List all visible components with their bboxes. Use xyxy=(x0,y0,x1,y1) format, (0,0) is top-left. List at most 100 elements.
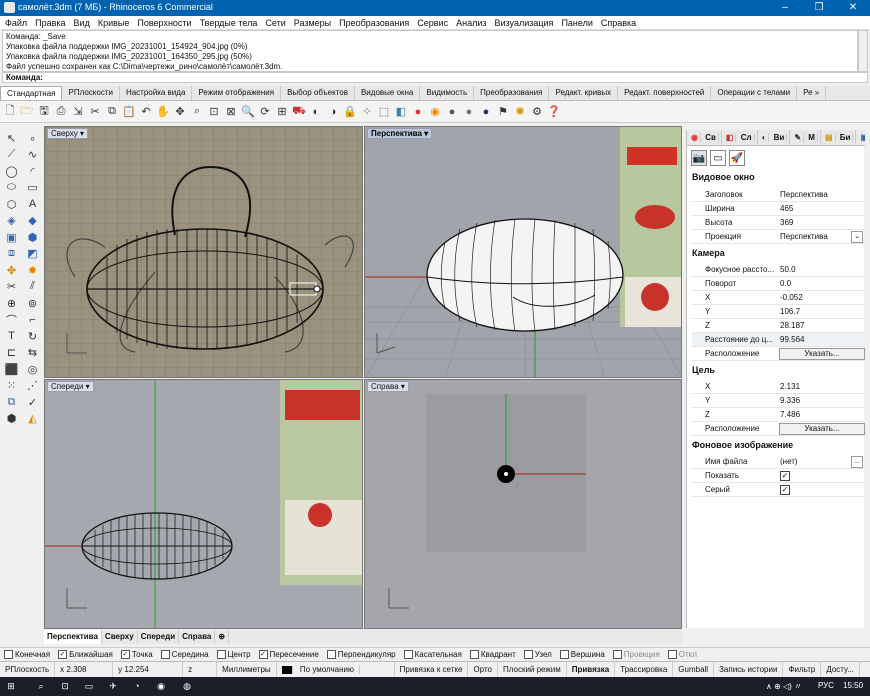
move-icon[interactable]: T xyxy=(2,328,21,344)
vptab-front[interactable]: Спереди xyxy=(138,630,180,644)
command-prompt-icon[interactable]: ▭ xyxy=(82,680,96,693)
split-icon[interactable]: ⫽ xyxy=(23,279,42,295)
copy-icon[interactable]: ⧉ xyxy=(104,104,120,120)
viewport-front[interactable]: Спереди ▾ xyxy=(44,379,363,629)
status-filter[interactable]: Фильтр xyxy=(783,662,822,677)
osnap-checkbox[interactable] xyxy=(4,650,13,659)
gray-checkbox[interactable]: ✓ xyxy=(780,485,790,495)
panel-tab-properties[interactable]: ◉ Св xyxy=(687,130,722,145)
menu-panels[interactable]: Панели xyxy=(561,16,592,29)
box-icon[interactable]: ▣ xyxy=(2,229,21,245)
select-icon[interactable]: ⬚ xyxy=(376,104,392,120)
menu-render[interactable]: Визуализация xyxy=(495,16,554,29)
osnap-checkbox[interactable] xyxy=(559,650,569,659)
display-icon[interactable]: ● xyxy=(461,104,477,120)
panel-tab-library[interactable]: ▤ Би xyxy=(821,130,857,145)
osnap-item[interactable]: Перпендикуляр xyxy=(326,650,396,659)
four-viewports-icon[interactable]: ⊞ xyxy=(274,104,290,120)
render-icon[interactable]: ● xyxy=(410,104,426,120)
app-icon[interactable]: ◍ xyxy=(180,680,194,693)
row-target-x[interactable]: X 2.131 xyxy=(692,380,865,394)
paint-icon[interactable]: ◭ xyxy=(23,411,42,427)
polygon-icon[interactable]: ⬡ xyxy=(2,196,21,212)
osnap-item[interactable]: Квадрант xyxy=(469,650,516,659)
osnap-checkbox[interactable] xyxy=(403,650,413,659)
show-checkbox[interactable]: ✓ xyxy=(780,471,790,481)
viewport-properties-icon[interactable]: 📷 xyxy=(691,150,707,166)
tab-more[interactable]: Ре » xyxy=(797,86,827,100)
zoom-window-icon[interactable]: ⊡ xyxy=(206,104,222,120)
search-icon[interactable]: ⌕ xyxy=(34,680,48,693)
row-target-y[interactable]: Y 9.336 xyxy=(692,394,865,408)
tab-visibility[interactable]: Видимость xyxy=(420,86,475,100)
osnap-checkbox[interactable] xyxy=(216,650,226,659)
tab-display[interactable]: Режим отображения xyxy=(192,86,282,100)
row-camera-x[interactable]: X -0.052 xyxy=(692,291,865,305)
camera-place-button[interactable]: Указать... xyxy=(779,348,865,360)
menu-surfaces[interactable]: Поверхности xyxy=(137,16,191,29)
tab-surface-tools[interactable]: Редакт. поверхностей xyxy=(618,86,712,100)
options-icon[interactable]: ⚙ xyxy=(529,104,545,120)
rotate-icon[interactable]: ⟳ xyxy=(257,104,273,120)
row-target-distance[interactable]: Расстояние до ц... 99.564 xyxy=(692,333,865,347)
viewport-label-top[interactable]: Сверху ▾ xyxy=(47,128,88,139)
osnap-checkbox[interactable] xyxy=(523,650,533,659)
rectangle-icon[interactable]: ▭ xyxy=(23,180,42,196)
polyline-icon[interactable]: ⟋ xyxy=(2,147,21,163)
arc-icon[interactable]: ◜ xyxy=(23,163,42,179)
viewport-top[interactable]: Сверху ▾ xyxy=(44,126,363,378)
join-icon[interactable]: ⊕ xyxy=(2,295,21,311)
osnap-item[interactable]: ✓ Ближайшая xyxy=(58,650,113,659)
cut-icon[interactable]: ✂ xyxy=(87,104,103,120)
tab-set-view[interactable]: Настройка вида xyxy=(120,86,193,100)
row-projection[interactable]: Проекция Перспектива ⌄ xyxy=(692,230,865,244)
panel-tab-help[interactable]: ▣ Сп xyxy=(856,130,865,145)
analysis-icon[interactable]: ◎ xyxy=(23,361,42,377)
chamfer-icon[interactable]: ⌐ xyxy=(23,312,42,328)
osnap-checkbox[interactable] xyxy=(612,650,622,659)
osnap-checkbox[interactable]: ✓ xyxy=(120,650,130,659)
new-file-icon[interactable]: 🗋 xyxy=(2,104,18,120)
import-icon[interactable]: ⇲ xyxy=(70,104,86,120)
sphere-icon[interactable]: ⬢ xyxy=(23,229,42,245)
circle-icon[interactable]: ◯ xyxy=(2,163,21,179)
group-icon[interactable]: ⊚ xyxy=(23,295,42,311)
menu-tools[interactable]: Сервис xyxy=(417,16,448,29)
light-icon[interactable]: ● xyxy=(478,104,494,120)
transform-icon[interactable]: ↻ xyxy=(23,328,42,344)
menu-help[interactable]: Справка xyxy=(601,16,636,29)
osnap-item[interactable]: Откл xyxy=(667,650,697,659)
walkthrough-icon[interactable]: ⚑ xyxy=(495,104,511,120)
surface-icon[interactable]: ◈ xyxy=(2,213,21,229)
osnap-item[interactable]: Касательная xyxy=(403,650,462,659)
rotate-view-icon[interactable]: ✥ xyxy=(172,104,188,120)
tab-curve-tools[interactable]: Редакт. кривых xyxy=(549,86,619,100)
menu-curves[interactable]: Кривые xyxy=(98,16,130,29)
command-scrollbar[interactable] xyxy=(858,30,868,72)
panel-tab-layers[interactable]: ◧ Сл xyxy=(722,130,758,145)
trim-icon[interactable]: ✂ xyxy=(2,279,21,295)
zoom-extents-icon[interactable]: ⊠ xyxy=(223,104,239,120)
material-icon[interactable]: ● xyxy=(444,104,460,120)
system-tray[interactable]: ∧ ⊕ ◁) 〃 xyxy=(766,681,802,692)
viewport-perspective[interactable]: Перспектива ▾ xyxy=(364,126,682,378)
print-icon[interactable]: ⎙ xyxy=(53,104,69,120)
ellipse-icon[interactable]: ⬭ xyxy=(2,180,21,196)
status-history[interactable]: Запись истории xyxy=(714,662,784,677)
status-gumball[interactable]: Gumball xyxy=(673,662,715,677)
render-tools-icon[interactable]: ⧉ xyxy=(2,394,21,410)
help-icon[interactable]: ❓ xyxy=(546,104,562,120)
add-viewport-tab[interactable]: ⊕ xyxy=(215,630,230,644)
osnap-item[interactable]: Центр xyxy=(216,650,251,659)
rhino-taskbar-icon[interactable]: ✈ xyxy=(106,680,120,693)
status-cplane[interactable]: РПлоскость xyxy=(0,662,56,677)
solid-tools-icon[interactable]: ⬛ xyxy=(2,361,21,377)
object-properties-icon[interactable]: ▭ xyxy=(710,150,726,166)
row-target-z[interactable]: Z 7.486 xyxy=(692,408,865,422)
menu-analyze[interactable]: Анализ xyxy=(456,16,486,29)
status-access[interactable]: Досту... xyxy=(821,662,860,677)
menu-solids[interactable]: Твердые тела xyxy=(200,16,258,29)
panel-tab-display[interactable]: ◐ Ви xyxy=(758,130,791,145)
open-file-icon[interactable]: 🗁 xyxy=(19,104,35,120)
zoom-selected-icon[interactable]: 🔍 xyxy=(240,104,256,120)
